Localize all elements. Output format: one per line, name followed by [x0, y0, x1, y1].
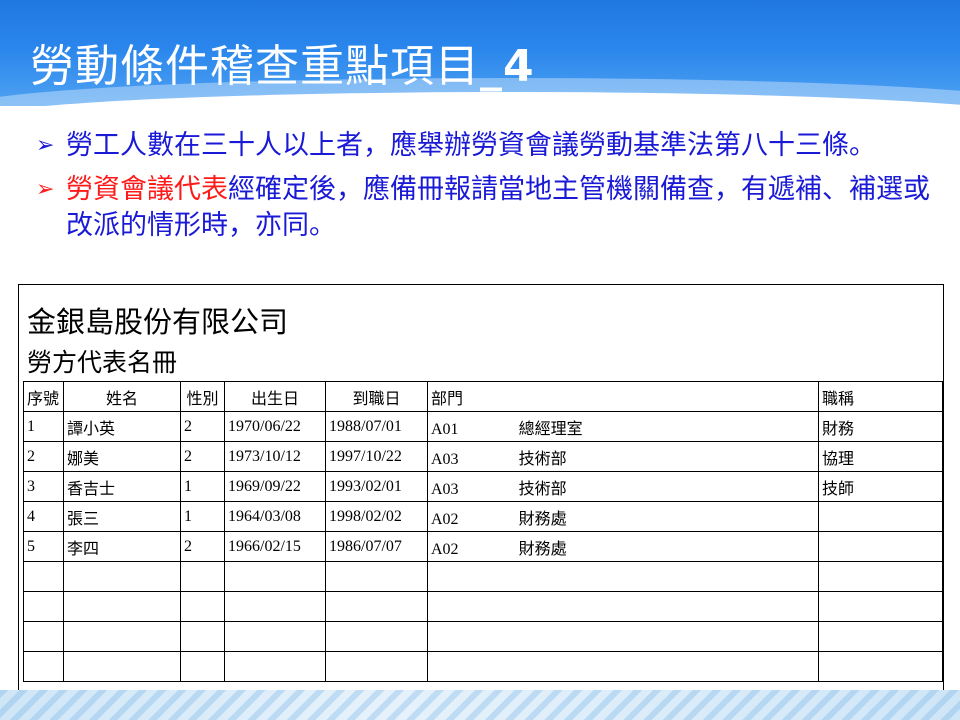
bullet-text-1: 勞工人數在三十人以上者，應舉辦勞資會議勞動基準法第八十三條。 — [66, 130, 876, 161]
dept-code: A02 — [431, 510, 459, 528]
cell-title — [818, 501, 943, 532]
cell-name: 譚小英 — [63, 411, 181, 442]
table-row: 3 香吉士 1 1969/09/22 1993/02/01 A03 技術部 技師 — [23, 471, 943, 502]
col-header-title: 職稱 — [818, 381, 943, 412]
cell-birth: 1970/06/22 — [224, 411, 326, 442]
dept-code: A03 — [431, 480, 459, 498]
roster-subtitle: 勞方代表名冊 — [27, 348, 178, 377]
empty-table-row — [23, 591, 943, 622]
cell-no: 5 — [23, 531, 64, 562]
bullet-list: ➢ 勞工人數在三十人以上者，應舉辦勞資會議勞動基準法第八十三條。 ➢ 勞資會議代… — [36, 128, 936, 252]
col-header-no: 序號 — [23, 381, 64, 412]
cell-name: 李四 — [63, 531, 181, 562]
cell-hire: 1993/02/01 — [325, 471, 428, 502]
empty-table-row — [23, 651, 943, 682]
dept-code: A02 — [431, 540, 459, 558]
roster-document-image: 金銀島股份有限公司 勞方代表名冊 序號 姓名 性別 出生日 到職日 部門 職稱 … — [18, 284, 944, 706]
cell-no: 1 — [23, 411, 64, 442]
cell-gender: 1 — [180, 501, 225, 532]
arrow-bullet-icon: ➢ — [36, 177, 55, 202]
table-row: 4 張三 1 1964/03/08 1998/02/02 A02 財務處 — [23, 501, 943, 532]
dept-code: A01 — [431, 420, 459, 438]
dept-name: 技術部 — [518, 480, 567, 498]
empty-table-row — [23, 621, 943, 652]
col-header-hire: 到職日 — [325, 381, 428, 412]
cell-title — [818, 531, 943, 562]
cell-no: 3 — [23, 471, 64, 502]
empty-table-row — [23, 561, 943, 592]
dept-name: 財務處 — [518, 510, 567, 528]
cell-name: 娜美 — [63, 441, 181, 472]
cell-gender: 2 — [180, 441, 225, 472]
bullet-item-2: ➢ 勞資會議代表經確定後，應備冊報請當地主管機關備查，有遞補、補選或改派的情形時… — [36, 172, 936, 244]
cell-title: 協理 — [818, 441, 943, 472]
slide-header: 勞動條件稽查重點項目_4 — [0, 0, 960, 106]
cell-name: 香吉士 — [63, 471, 181, 502]
cell-gender: 1 — [180, 471, 225, 502]
table-row: 5 李四 2 1966/02/15 1986/07/07 A02 財務處 — [23, 531, 943, 562]
cell-gender: 2 — [180, 531, 225, 562]
slide-title-main: 勞動條件稽查重點項目 — [30, 41, 480, 92]
cell-birth: 1969/09/22 — [224, 471, 326, 502]
cell-hire: 1988/07/01 — [325, 411, 428, 442]
col-header-name: 姓名 — [63, 381, 181, 412]
cell-gender: 2 — [180, 411, 225, 442]
footer-decoration — [0, 690, 960, 720]
table-row: 2 娜美 2 1973/10/12 1997/10/22 A03 技術部 協理 — [23, 441, 943, 472]
cell-dept: A01 總經理室 — [427, 411, 819, 442]
cell-dept: A02 財務處 — [427, 531, 819, 562]
cell-birth: 1973/10/12 — [224, 441, 326, 472]
dept-name: 財務處 — [518, 540, 567, 558]
cell-hire: 1998/02/02 — [325, 501, 428, 532]
cell-no: 2 — [23, 441, 64, 472]
cell-dept: A03 技術部 — [427, 441, 819, 472]
slide-title-suffix: _4 — [480, 41, 535, 92]
cell-birth: 1966/02/15 — [224, 531, 326, 562]
dept-code: A03 — [431, 450, 459, 468]
arrow-bullet-icon: ➢ — [36, 133, 55, 158]
cell-title: 財務 — [818, 411, 943, 442]
cell-no: 4 — [23, 501, 64, 532]
dept-name: 總經理室 — [518, 420, 583, 438]
roster-table: 序號 姓名 性別 出生日 到職日 部門 職稱 1 譚小英 2 1970/06/2… — [23, 381, 943, 682]
cell-hire: 1986/07/07 — [325, 531, 428, 562]
dept-name: 技術部 — [518, 450, 567, 468]
col-header-gender: 性別 — [180, 381, 225, 412]
bullet-item-1: ➢ 勞工人數在三十人以上者，應舉辦勞資會議勞動基準法第八十三條。 — [36, 128, 936, 164]
col-header-birth: 出生日 — [224, 381, 326, 412]
bullet-highlight-2: 勞資會議代表 — [66, 174, 228, 205]
company-name: 金銀島股份有限公司 — [27, 305, 289, 339]
cell-hire: 1997/10/22 — [325, 441, 428, 472]
cell-dept: A02 財務處 — [427, 501, 819, 532]
table-header-row: 序號 姓名 性別 出生日 到職日 部門 職稱 — [23, 381, 943, 412]
table-row: 1 譚小英 2 1970/06/22 1988/07/01 A01 總經理室 財務 — [23, 411, 943, 442]
cell-birth: 1964/03/08 — [224, 501, 326, 532]
cell-name: 張三 — [63, 501, 181, 532]
cell-dept: A03 技術部 — [427, 471, 819, 502]
slide-title: 勞動條件稽查重點項目_4 — [30, 30, 535, 94]
col-header-dept: 部門 — [427, 381, 819, 412]
cell-title: 技師 — [818, 471, 943, 502]
